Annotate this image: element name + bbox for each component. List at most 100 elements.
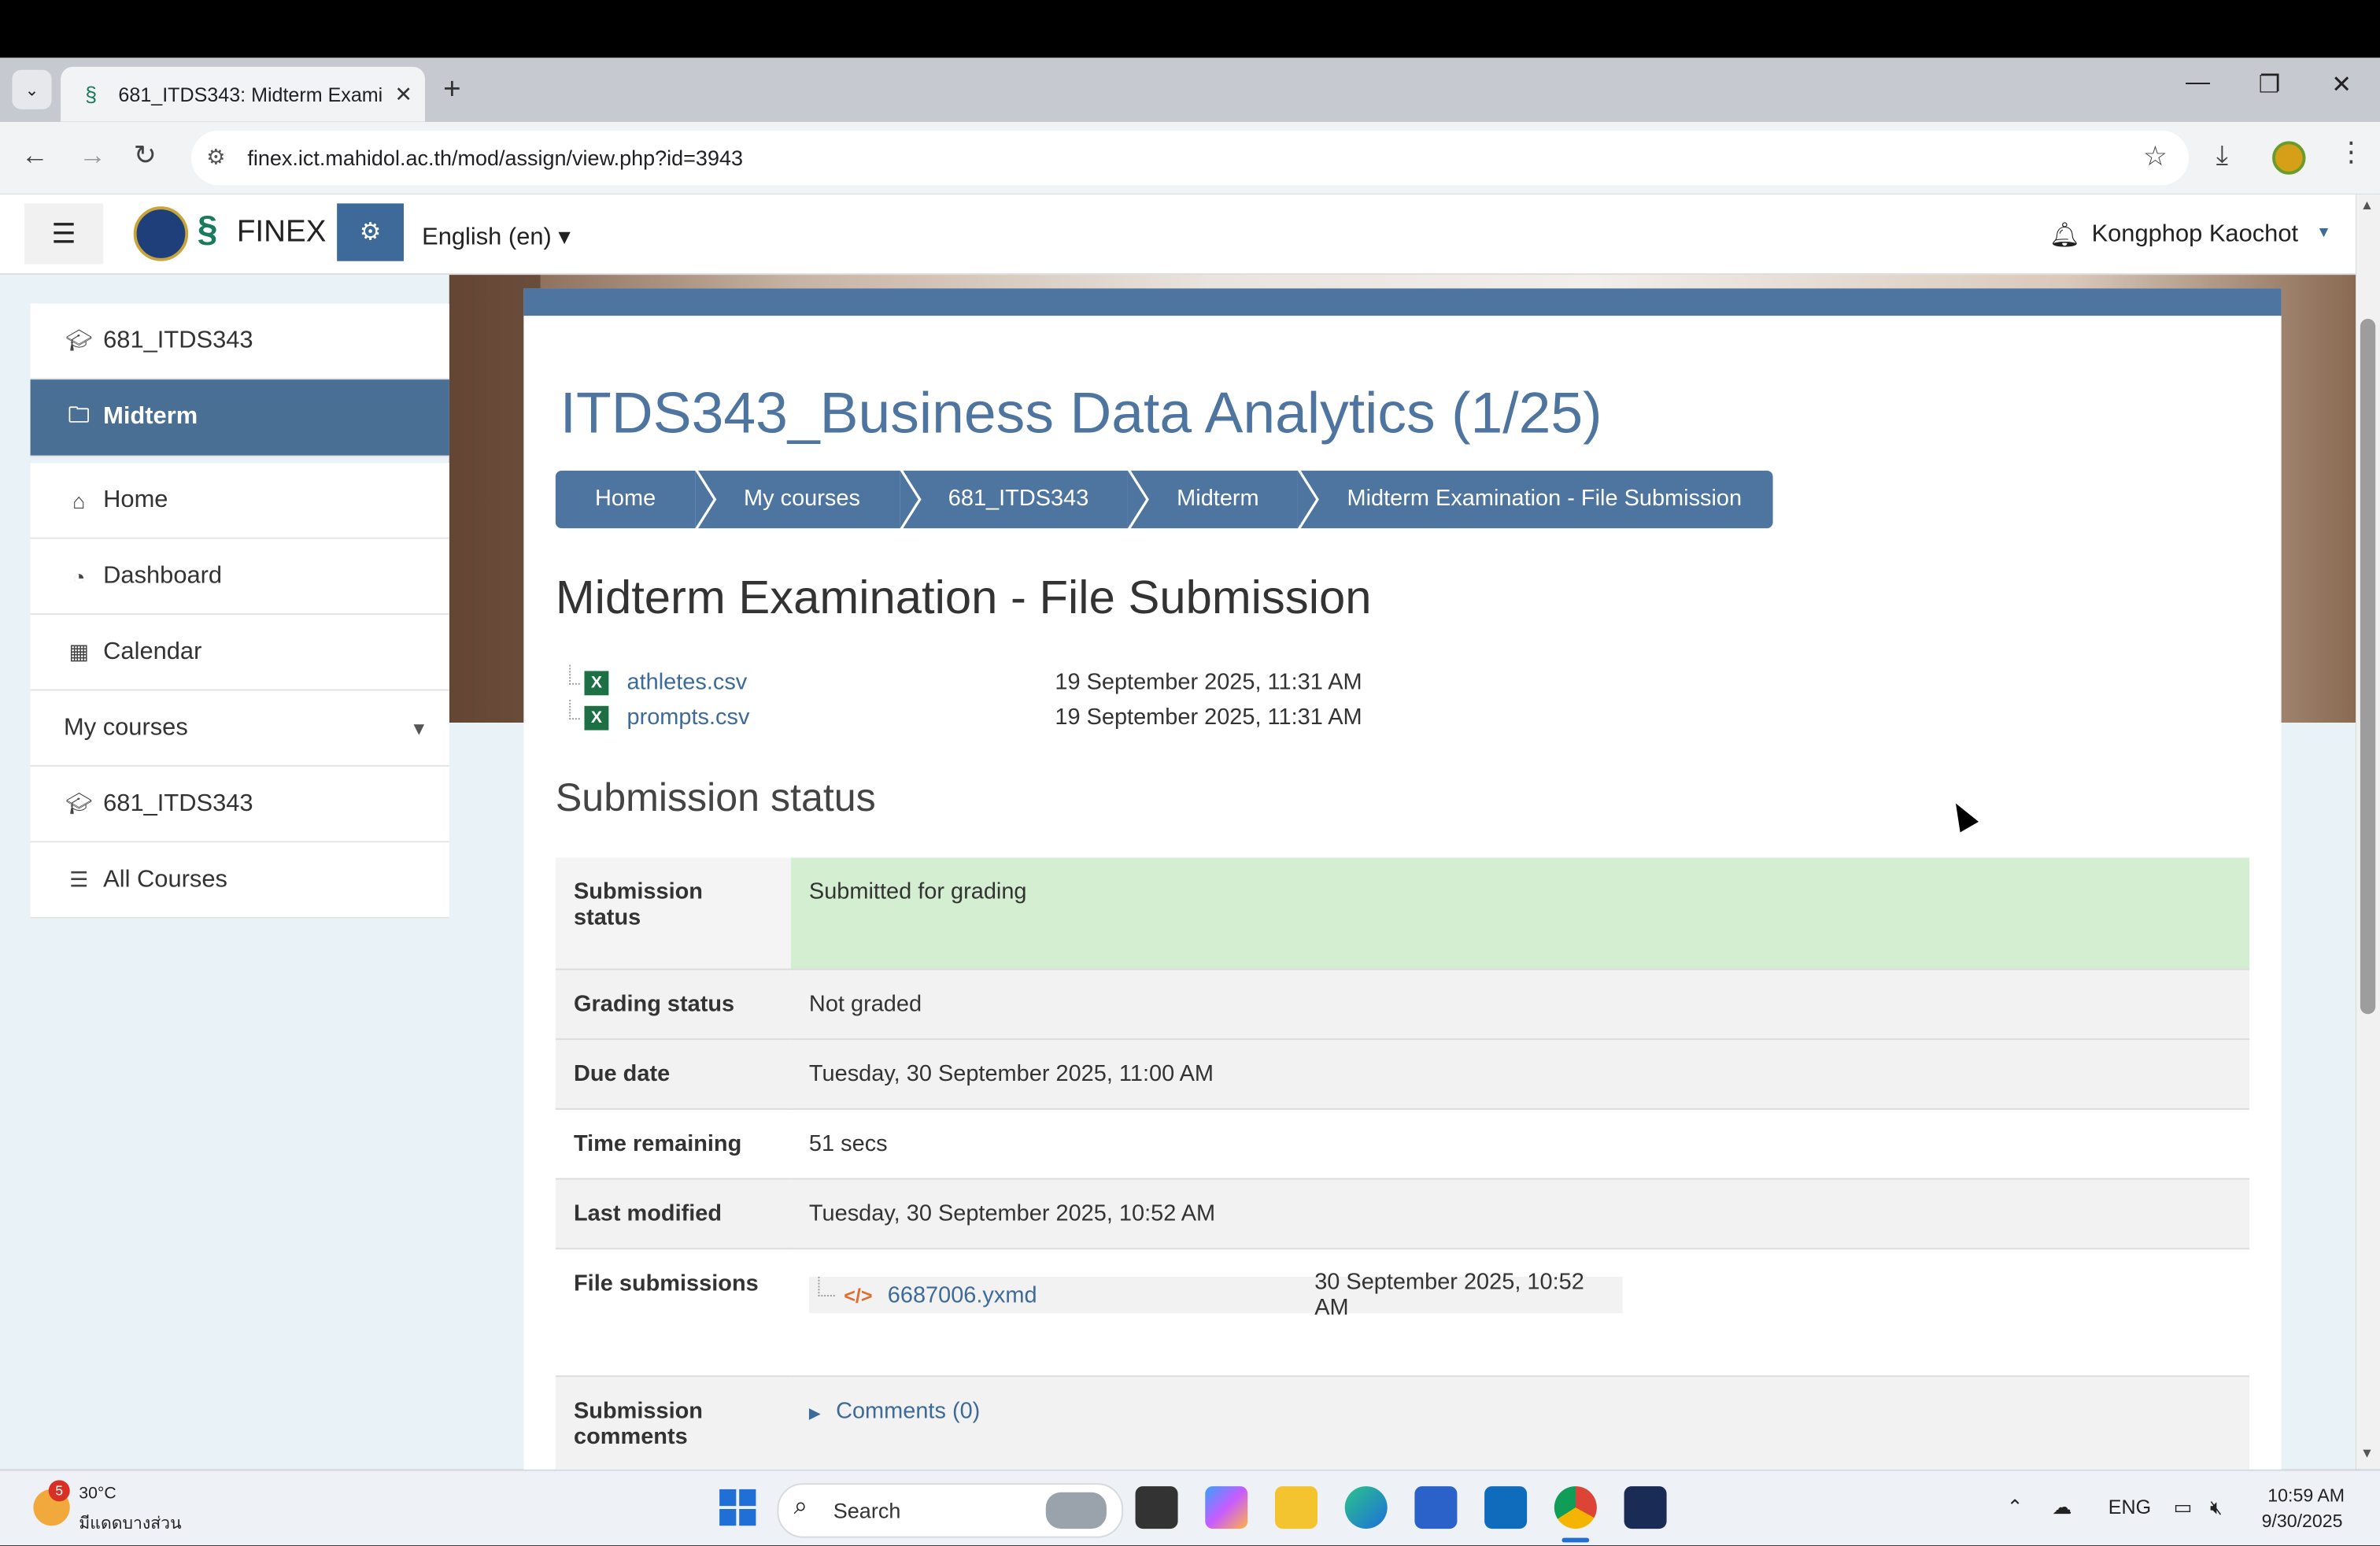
assignment-title: Midterm Examination - File Submission: [555, 571, 1372, 624]
active-app-indicator: [1561, 1537, 1590, 1543]
sidebar-item-label: 681_ITDS343: [103, 790, 253, 816]
scroll-down-icon[interactable]: ▼: [2360, 1445, 2374, 1460]
scroll-up-icon[interactable]: ▲: [2360, 198, 2374, 213]
minimize-icon[interactable]: —: [2186, 70, 2210, 98]
site-info-icon[interactable]: ⚙: [206, 144, 225, 170]
sidebar-item-course[interactable]: 🎓︎ 681_ITDS343: [30, 303, 449, 380]
scrollbar-thumb[interactable]: [2360, 318, 2376, 1015]
comments-cell: ▶ Comments (0): [790, 1376, 2250, 1470]
download-icon[interactable]: ⤓: [2216, 139, 2228, 171]
language-selector[interactable]: English (en) ▾: [422, 222, 571, 253]
back-icon[interactable]: ←: [21, 139, 49, 171]
sidebar-item-my-courses[interactable]: My courses ▼: [30, 690, 449, 767]
breadcrumb-course[interactable]: 681_ITDS343: [902, 470, 1146, 529]
close-tab-icon[interactable]: ✕: [394, 81, 412, 107]
attachment-link[interactable]: athletes.csv: [626, 669, 1055, 695]
start-menu-icon[interactable]: [719, 1489, 756, 1526]
comments-link-label: Comments (0): [836, 1398, 981, 1424]
caret-right-icon: ▶: [808, 1405, 821, 1423]
spreadsheet-file-icon: X: [584, 705, 609, 730]
copilot-icon[interactable]: [1205, 1486, 1248, 1529]
sidebar-item-calendar[interactable]: ▦ Calendar: [30, 615, 449, 691]
restore-icon[interactable]: ❐: [2259, 70, 2281, 101]
sidebar-item-course-2[interactable]: 🎓︎ 681_ITDS343: [30, 766, 449, 843]
breadcrumb-home[interactable]: Home: [555, 470, 714, 529]
finex-logo-icon[interactable]: §: [198, 209, 218, 252]
row-label: Last modified: [555, 1178, 791, 1250]
chrome-icon[interactable]: [1554, 1486, 1597, 1529]
sidebar-item-label: All Courses: [103, 866, 227, 893]
language-label: English (en): [422, 224, 552, 251]
breadcrumb-assignment[interactable]: Midterm Examination - File Submission: [1301, 470, 1772, 529]
clock-time[interactable]: 10:59 AM: [2267, 1485, 2345, 1506]
hamburger-menu-icon[interactable]: ☰: [24, 203, 104, 264]
edge-icon[interactable]: [1344, 1486, 1388, 1529]
submission-status-heading: Submission status: [555, 774, 876, 820]
table-row: File submissions </> 6687006.yxmd 30 Sep…: [555, 1248, 2250, 1378]
onedrive-icon[interactable]: ☁: [2052, 1496, 2071, 1520]
last-modified-value: Tuesday, 30 September 2025, 10:52 AM: [790, 1178, 2250, 1250]
grading-status-value: Not graded: [790, 969, 2250, 1041]
sidebar-item-label: Dashboard: [103, 562, 223, 589]
user-menu[interactable]: Kongphop Kaochot: [2092, 222, 2299, 250]
row-label: Due date: [555, 1039, 791, 1110]
browser-menu-icon[interactable]: ⋮: [2338, 137, 2365, 168]
spreadsheet-file-icon: X: [584, 670, 609, 695]
browser-tab[interactable]: § 681_ITDS343: Midterm Examina ✕: [61, 66, 425, 122]
breadcrumb-midterm[interactable]: Midterm: [1131, 470, 1318, 529]
breadcrumb-my-courses[interactable]: My courses: [698, 470, 918, 529]
new-tab-icon[interactable]: +: [443, 73, 461, 108]
due-date-value: Tuesday, 30 September 2025, 11:00 AM: [790, 1039, 2250, 1110]
notification-bell-icon[interactable]: 🔔︎: [2049, 220, 2080, 251]
sidebar-item-home[interactable]: ⌂ Home: [30, 463, 449, 539]
profile-avatar[interactable]: [2272, 141, 2306, 175]
tab-search-button[interactable]: ⌄: [12, 69, 52, 109]
card-top-bar: [523, 288, 2282, 316]
weather-text[interactable]: มีแดดบางส่วน: [79, 1509, 181, 1537]
table-row: Submission comments ▶ Comments (0): [555, 1376, 2250, 1470]
comments-toggle[interactable]: ▶ Comments (0): [809, 1398, 980, 1424]
file-explorer-icon[interactable]: [1274, 1486, 1318, 1529]
sidebar-item-midterm[interactable]: 🗀 Midterm: [30, 379, 449, 457]
network-icon[interactable]: ▭: [2174, 1496, 2193, 1520]
task-view-icon[interactable]: [1135, 1486, 1178, 1529]
search-highlight-image: [1045, 1492, 1107, 1529]
sidebar-item-dashboard[interactable]: ◔ Dashboard: [30, 538, 449, 616]
tray-chevron-up-icon[interactable]: ⌃: [2007, 1496, 2023, 1520]
temperature[interactable]: 30°C: [79, 1485, 116, 1503]
browser-tab-strip: ⌄ § 681_ITDS343: Midterm Examina ✕ + — ❐…: [0, 57, 2380, 122]
url-text[interactable]: finex.ict.mahidol.ac.th/mod/assign/view.…: [247, 146, 743, 170]
outlook-icon[interactable]: [1484, 1486, 1528, 1529]
university-seal-logo[interactable]: [133, 206, 189, 261]
bookmark-star-icon[interactable]: ☆: [2143, 141, 2168, 172]
speaker-muted-icon[interactable]: 🔇︎: [2210, 1496, 2223, 1520]
tab-title: 681_ITDS343: Midterm Examina: [118, 83, 382, 106]
sidebar-item-label: Home: [103, 486, 168, 512]
attachment-link[interactable]: prompts.csv: [626, 705, 1055, 730]
forward-icon[interactable]: →: [79, 139, 106, 171]
sidebar-item-label: 681_ITDS343: [103, 327, 253, 353]
tree-connector: [569, 700, 580, 720]
submitted-file-link[interactable]: 6687006.yxmd: [888, 1282, 1314, 1308]
reload-icon[interactable]: ↻: [134, 139, 157, 171]
brand-name[interactable]: FINEX: [237, 216, 327, 250]
alteryx-icon[interactable]: [1624, 1486, 1667, 1529]
user-caret-icon[interactable]: ▼: [2316, 224, 2331, 241]
taskbar-search[interactable]: ⌕ Search: [777, 1483, 1124, 1538]
sidebar-item-label: Calendar: [103, 638, 202, 664]
sidebar-item-label: Midterm: [103, 403, 198, 430]
top-black-strip: [0, 0, 2380, 58]
language-indicator[interactable]: ENG: [2108, 1496, 2151, 1518]
address-bar[interactable]: ⚙ finex.ict.mahidol.ac.th/mod/assign/vie…: [190, 130, 2189, 186]
store-icon[interactable]: [1414, 1486, 1458, 1529]
settings-cogs-icon[interactable]: ⚙: [337, 203, 404, 261]
page-scrollbar[interactable]: ▲ ▼: [2356, 194, 2380, 1470]
clock-date[interactable]: 9/30/2025: [2262, 1511, 2343, 1532]
chevron-down-icon[interactable]: ▼: [410, 717, 428, 738]
close-window-icon[interactable]: ✕: [2331, 70, 2352, 101]
file-submissions-cell: </> 6687006.yxmd 30 September 2025, 10:5…: [790, 1248, 2250, 1378]
browser-toolbar: ← → ↻ ⚙ finex.ict.mahidol.ac.th/mod/assi…: [0, 121, 2380, 194]
sidebar-item-label: My courses: [63, 714, 188, 741]
site-favicon-icon: §: [85, 82, 98, 106]
sidebar-item-all-courses[interactable]: ☰ All Courses: [30, 842, 449, 919]
